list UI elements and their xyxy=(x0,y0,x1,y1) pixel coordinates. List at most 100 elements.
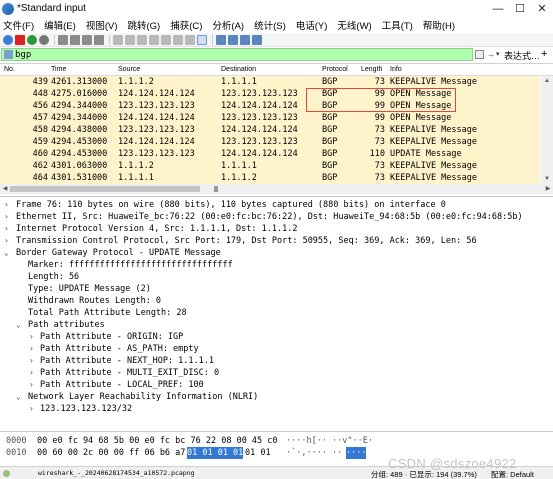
scroll-up-icon[interactable]: ▲ xyxy=(541,76,553,86)
bytes-hex[interactable]: 00 60 00 2c 00 00 ff 06 b6 a7 xyxy=(37,447,185,459)
expand-arrow-icon[interactable]: › xyxy=(4,199,9,211)
tree-item-path-attributes[interactable]: ⌄ Path attributes xyxy=(0,319,553,331)
tree-item-next-hop[interactable]: › Path Attribute - NEXT_HOP: 1.1.1.1 xyxy=(0,355,553,367)
column-header-no[interactable]: No. xyxy=(4,66,15,73)
packet-row[interactable]: 464 4301.531000 1.1.1.1 1.1.1.2 BGP 73 K… xyxy=(0,172,540,184)
filter-clear-icon[interactable] xyxy=(475,50,484,59)
bytes-hex-selected[interactable]: 01 01 01 01 xyxy=(187,447,244,459)
tree-item-nlri[interactable]: ⌄ Network Layer Reachability Information … xyxy=(0,391,553,403)
tree-item-bgp-length[interactable]: Length: 56 xyxy=(0,271,553,283)
column-header-time[interactable]: Time xyxy=(51,66,66,73)
collapse-arrow-icon[interactable]: ⌄ xyxy=(16,319,21,331)
packet-row[interactable]: 456 4294.344000 123.123.123.123 124.124.… xyxy=(0,100,540,112)
packet-list-horizontal-scrollbar[interactable]: ◀ ▶ xyxy=(0,184,553,194)
resize-columns-icon[interactable] xyxy=(252,34,262,45)
zoom-in-icon[interactable] xyxy=(216,34,226,45)
menu-capture[interactable]: 捕获(C) xyxy=(170,18,202,32)
tree-item-bgp[interactable]: ⌄ Border Gateway Protocol - UPDATE Messag… xyxy=(0,247,553,259)
stop-capture-icon[interactable] xyxy=(15,34,25,45)
menu-analyze[interactable]: 分析(A) xyxy=(212,18,244,32)
expand-arrow-icon[interactable]: › xyxy=(4,223,9,235)
tree-item-bgp-type[interactable]: Type: UPDATE Message (2) xyxy=(0,283,553,295)
go-back-icon[interactable] xyxy=(125,34,135,45)
go-first-icon[interactable] xyxy=(161,34,171,45)
packet-row[interactable]: 458 4294.438000 123.123.123.123 124.124.… xyxy=(0,124,540,136)
tree-item-tcp[interactable]: › Transmission Control Protocol, Src Port… xyxy=(0,235,553,247)
menu-file[interactable]: 文件(F) xyxy=(3,18,34,32)
bytes-hex[interactable]: 01 01 xyxy=(245,447,271,459)
close-button[interactable]: ✕ xyxy=(531,0,553,17)
packet-row[interactable]: 448 4275.016000 124.124.124.124 123.123.… xyxy=(0,88,540,100)
tree-item-bgp-marker[interactable]: Marker: ffffffffffffffffffffffffffffffff xyxy=(0,259,553,271)
scroll-left-icon[interactable]: ◀ xyxy=(0,184,10,194)
menu-telephony[interactable]: 电话(Y) xyxy=(296,18,328,32)
menu-wireless[interactable]: 无线(W) xyxy=(337,18,371,32)
apply-filter-icon[interactable]: → xyxy=(486,49,496,60)
colorize-icon[interactable] xyxy=(197,34,207,45)
filter-history-dropdown-icon[interactable]: ▾ xyxy=(496,49,504,60)
column-header-protocol[interactable]: Protocol xyxy=(322,66,348,73)
bytes-row[interactable]: 0000 00 e0 fc 94 68 5b 00 e0 fc bc 76 22… xyxy=(0,435,553,447)
packet-list-vertical-scrollbar[interactable]: ▲ ▼ xyxy=(541,76,553,184)
find-packet-icon[interactable] xyxy=(113,34,123,45)
expand-arrow-icon[interactable]: › xyxy=(4,235,9,247)
go-to-packet-icon[interactable] xyxy=(149,34,159,45)
collapse-arrow-icon[interactable]: ⌄ xyxy=(4,247,9,259)
minimize-button[interactable]: — xyxy=(487,0,509,17)
display-filter-input[interactable]: bgp xyxy=(1,48,473,61)
menu-help[interactable]: 帮助(H) xyxy=(423,18,455,32)
packet-row[interactable]: 459 4294.453000 124.124.124.124 123.123.… xyxy=(0,136,540,148)
zoom-reset-icon[interactable] xyxy=(240,34,250,45)
filter-expression-button[interactable]: 表达式… xyxy=(504,49,540,62)
menu-view[interactable]: 视图(V) xyxy=(86,18,118,32)
packet-row[interactable]: 439 4261.313000 1.1.1.2 1.1.1.1 BGP 73 K… xyxy=(0,76,540,88)
open-file-icon[interactable] xyxy=(58,34,68,45)
tree-item-path-attr-length[interactable]: Total Path Attribute Length: 28 xyxy=(0,307,553,319)
menu-tools[interactable]: 工具(T) xyxy=(382,18,413,32)
tree-item-ipv4[interactable]: › Internet Protocol Version 4, Src: 1.1.1… xyxy=(0,223,553,235)
tree-item-med[interactable]: › Path Attribute - MULTI_EXIT_DISC: 0 xyxy=(0,367,553,379)
bytes-ascii[interactable]: ····h[·· ··v"··E· xyxy=(286,435,373,447)
start-capture-icon[interactable] xyxy=(3,34,13,45)
menu-statistics[interactable]: 统计(S) xyxy=(254,18,286,32)
menu-go[interactable]: 跳转(G) xyxy=(127,18,160,32)
expand-arrow-icon[interactable]: › xyxy=(29,331,34,343)
filter-bookmark-icon[interactable] xyxy=(4,50,13,59)
bytes-ascii[interactable]: ·`·,···· ·· xyxy=(286,447,342,459)
capture-options-icon[interactable] xyxy=(39,34,49,45)
column-header-destination[interactable]: Destination xyxy=(221,66,256,73)
tree-item-origin[interactable]: › Path Attribute - ORIGIN: IGP xyxy=(0,331,553,343)
packet-row[interactable]: 462 4301.063000 1.1.1.2 1.1.1.1 BGP 73 K… xyxy=(0,160,540,172)
zoom-out-icon[interactable] xyxy=(228,34,238,45)
expand-arrow-icon[interactable]: › xyxy=(29,379,34,391)
go-forward-icon[interactable] xyxy=(137,34,147,45)
packet-row[interactable]: 460 4294.453000 123.123.123.123 124.124.… xyxy=(0,148,540,160)
packet-row[interactable]: 457 4294.344000 124.124.124.124 123.123.… xyxy=(0,112,540,124)
expand-arrow-icon[interactable]: › xyxy=(29,403,34,415)
column-header-info[interactable]: Info xyxy=(390,66,402,73)
scroll-right-icon[interactable]: ▶ xyxy=(543,184,553,194)
tree-item-ethernet[interactable]: › Ethernet II, Src: HuaweiTe_bc:76:22 (00… xyxy=(0,211,553,223)
tree-item-local-pref[interactable]: › Path Attribute - LOCAL_PREF: 100 xyxy=(0,379,553,391)
close-file-icon[interactable] xyxy=(82,34,92,45)
expert-info-icon[interactable] xyxy=(3,470,10,477)
restart-capture-icon[interactable] xyxy=(27,34,37,45)
scrollbar-thumb[interactable] xyxy=(10,186,200,192)
add-filter-button[interactable]: + xyxy=(541,48,547,60)
save-file-icon[interactable] xyxy=(70,34,80,45)
filter-value[interactable]: bgp xyxy=(15,50,31,60)
bytes-hex[interactable]: 00 e0 fc 94 68 5b 00 e0 fc bc 76 22 08 0… xyxy=(37,435,278,447)
expand-arrow-icon[interactable]: › xyxy=(29,355,34,367)
expand-arrow-icon[interactable]: › xyxy=(29,343,34,355)
go-last-icon[interactable] xyxy=(173,34,183,45)
reload-file-icon[interactable] xyxy=(94,34,104,45)
tree-item-withdrawn-length[interactable]: Withdrawn Routes Length: 0 xyxy=(0,295,553,307)
bytes-ascii-selected[interactable]: ···· xyxy=(346,447,367,459)
expand-arrow-icon[interactable]: › xyxy=(4,211,9,223)
scroll-down-icon[interactable]: ▼ xyxy=(541,174,553,184)
tree-item-nlri-prefix[interactable]: › 123.123.123.123/32 xyxy=(0,403,553,415)
column-header-source[interactable]: Source xyxy=(118,66,140,73)
expand-arrow-icon[interactable]: › xyxy=(29,367,34,379)
tree-item-as-path[interactable]: › Path Attribute - AS_PATH: empty xyxy=(0,343,553,355)
tree-item-frame[interactable]: › Frame 76: 110 bytes on wire (880 bits),… xyxy=(0,199,553,211)
